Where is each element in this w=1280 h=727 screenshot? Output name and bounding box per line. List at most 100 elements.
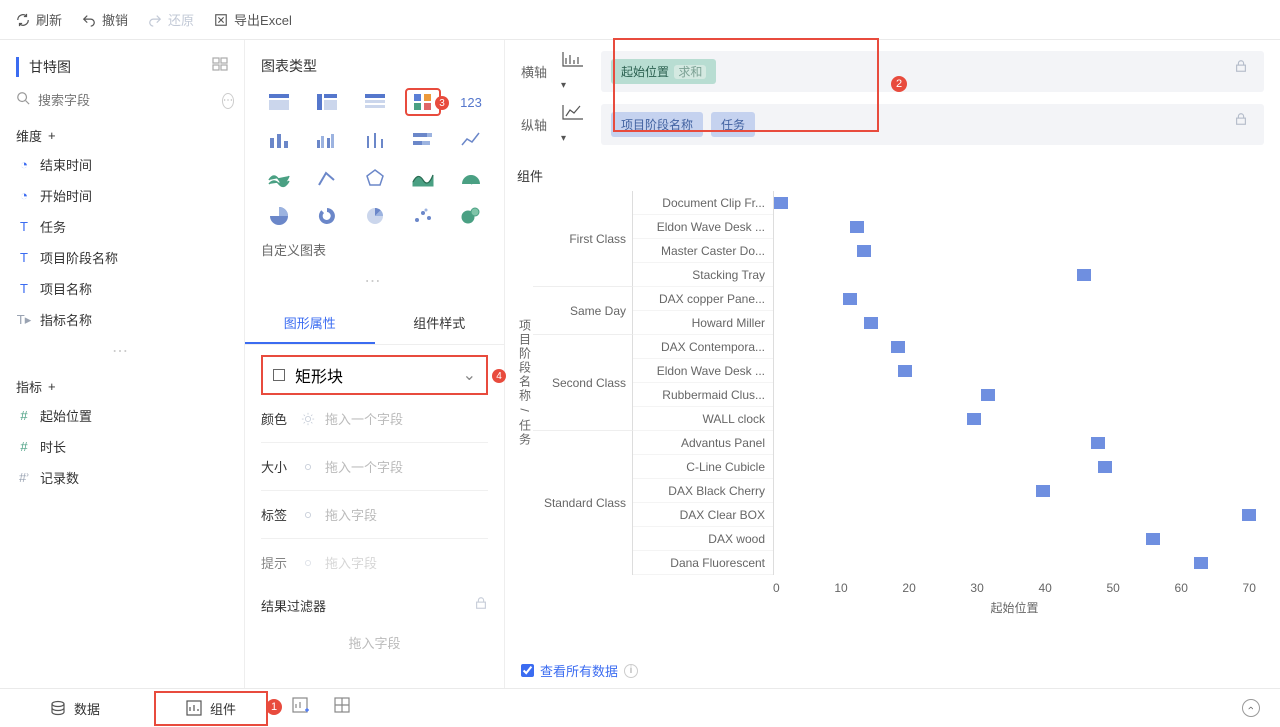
chart-type-line[interactable] xyxy=(453,126,489,154)
field-duration[interactable]: #时长 xyxy=(0,431,244,462)
bottom-component-tab[interactable]: 组件 1 xyxy=(154,691,268,726)
export-excel-button[interactable]: 导出Excel xyxy=(214,10,292,29)
gantt-bar[interactable] xyxy=(1077,269,1091,281)
badge-3: 3 xyxy=(435,96,449,110)
undo-button[interactable]: 撤销 xyxy=(82,10,128,29)
add-metric-icon[interactable]: + xyxy=(48,379,56,394)
chart-type-scatter[interactable] xyxy=(405,202,441,230)
lock-icon[interactable] xyxy=(1234,112,1248,137)
bottom-data-tab[interactable]: 数据 xyxy=(20,693,130,724)
h-axis-icon[interactable]: ▾ xyxy=(561,50,591,93)
database-icon xyxy=(50,700,66,716)
chart-type-cross-table[interactable] xyxy=(309,88,345,116)
field-phase-name[interactable]: T项目阶段名称 xyxy=(0,242,244,273)
chart-type-grid: 3 123 xyxy=(245,84,504,234)
chart-type-grouped-column[interactable] xyxy=(309,126,345,154)
gear-icon xyxy=(301,508,315,522)
chart-type-sparse-column[interactable] xyxy=(357,126,393,154)
left-panel: 甘特图 ⋯ 维度 + ◔结束时间 ◔开始时间 T任务 T项目阶段名称 T项目名称… xyxy=(0,40,245,688)
pill-task[interactable]: 任务 xyxy=(711,112,755,137)
gantt-bar[interactable] xyxy=(864,317,878,329)
chart-type-kpi[interactable]: 123 xyxy=(453,88,489,116)
gantt-bar[interactable] xyxy=(967,413,981,425)
dimensions-header: 维度 + xyxy=(0,116,244,149)
chart-type-donut[interactable] xyxy=(309,202,345,230)
chart-type-group-table[interactable] xyxy=(261,88,297,116)
pill-phase-name[interactable]: 项目阶段名称 xyxy=(611,112,703,137)
search-input[interactable] xyxy=(38,93,214,108)
gantt-row-label: Howard Miller xyxy=(633,311,773,335)
chart-type-custom[interactable]: 3 xyxy=(405,88,441,116)
field-task[interactable]: T任务 xyxy=(0,211,244,242)
chart-icon xyxy=(186,700,202,716)
chart-type-rose[interactable] xyxy=(357,202,393,230)
tab-component-style[interactable]: 组件样式 xyxy=(375,303,505,344)
gear-icon xyxy=(301,556,315,570)
gantt-bar[interactable] xyxy=(981,389,995,401)
component-grid-icon[interactable] xyxy=(334,697,352,720)
chart-type-column[interactable] xyxy=(261,126,297,154)
shape-select[interactable]: 矩形块 ⌄ 4 xyxy=(261,355,488,395)
gantt-bar[interactable] xyxy=(843,293,857,305)
pill-start-pos[interactable]: 起始位置 求和 xyxy=(611,59,716,84)
top-toolbar: 刷新 撤销 还原 导出Excel xyxy=(0,0,1280,40)
chart-type-pie[interactable] xyxy=(261,202,297,230)
gantt-bar[interactable] xyxy=(891,341,905,353)
field-metric-name[interactable]: T▸指标名称 xyxy=(0,304,244,335)
prop-tooltip[interactable]: 提示拖入字段 xyxy=(261,539,488,586)
refresh-icon xyxy=(16,13,30,27)
tab-layout-icon[interactable] xyxy=(212,56,228,77)
info-icon[interactable]: i xyxy=(624,664,638,678)
lock-icon[interactable] xyxy=(474,596,488,615)
prop-size[interactable]: 大小拖入一个字段 xyxy=(261,443,488,491)
chart-type-header: 图表类型 xyxy=(245,48,504,84)
refresh-button[interactable]: 刷新 xyxy=(16,10,62,29)
x-axis-label: 起始位置 xyxy=(773,595,1256,616)
gantt-bar[interactable] xyxy=(774,197,788,209)
export-label: 导出Excel xyxy=(234,10,292,29)
dataset-tab[interactable]: 甘特图 xyxy=(16,57,71,77)
chart-type-gauge[interactable] xyxy=(453,164,489,192)
field-start-time[interactable]: ◔开始时间 xyxy=(0,180,244,211)
add-component-icon[interactable] xyxy=(292,697,310,720)
redo-label: 还原 xyxy=(168,10,194,29)
chart-type-bubble[interactable] xyxy=(453,202,489,230)
v-axis-icon[interactable]: ▾ xyxy=(561,103,591,146)
gantt-row-label: DAX Contempora... xyxy=(633,335,773,359)
gantt-bar[interactable] xyxy=(898,365,912,377)
field-end-time[interactable]: ◔结束时间 xyxy=(0,149,244,180)
field-project-name[interactable]: T项目名称 xyxy=(0,273,244,304)
gantt-bar[interactable] xyxy=(1098,461,1112,473)
gantt-bar[interactable] xyxy=(857,245,871,257)
result-filter-drop[interactable]: 拖入字段 xyxy=(245,621,504,664)
chart-type-pivot[interactable] xyxy=(309,164,345,192)
prop-color[interactable]: 颜色拖入一个字段 xyxy=(261,395,488,443)
v-axis-dropzone[interactable]: 项目阶段名称 任务 xyxy=(601,104,1264,145)
field-record-count[interactable]: #›记录数 xyxy=(0,462,244,493)
gantt-row-label: Eldon Wave Desk ... xyxy=(633,215,773,239)
gantt-bar[interactable] xyxy=(1091,437,1105,449)
add-dim-icon[interactable]: + xyxy=(48,128,56,143)
chart-type-stream[interactable] xyxy=(405,164,441,192)
tab-shape-props[interactable]: 图形属性 xyxy=(245,303,375,344)
gantt-group-label: Same Day xyxy=(533,287,633,335)
gantt-bar[interactable] xyxy=(1146,533,1160,545)
gantt-bar[interactable] xyxy=(1036,485,1050,497)
h-axis-dropzone[interactable]: 起始位置 求和 xyxy=(601,51,1264,92)
chart-type-detail-table[interactable] xyxy=(357,88,393,116)
gantt-bar[interactable] xyxy=(1242,509,1256,521)
view-all-checkbox[interactable] xyxy=(521,664,534,677)
gantt-bar[interactable] xyxy=(1194,557,1208,569)
redo-button[interactable]: 还原 xyxy=(148,10,194,29)
chart-type-stacked-bar[interactable] xyxy=(405,126,441,154)
gantt-row-label: Eldon Wave Desk ... xyxy=(633,359,773,383)
lock-icon[interactable] xyxy=(1234,59,1248,84)
chart-type-polygon[interactable] xyxy=(357,164,393,192)
chart-type-area[interactable] xyxy=(261,164,297,192)
field-start-pos[interactable]: #起始位置 xyxy=(0,400,244,431)
expand-up-icon[interactable]: › xyxy=(1242,699,1260,717)
more-icon[interactable]: ⋯ xyxy=(222,93,234,109)
prop-label[interactable]: 标签拖入字段 xyxy=(261,491,488,539)
gantt-bar[interactable] xyxy=(850,221,864,233)
chevron-down-icon: ⌄ xyxy=(463,365,476,385)
